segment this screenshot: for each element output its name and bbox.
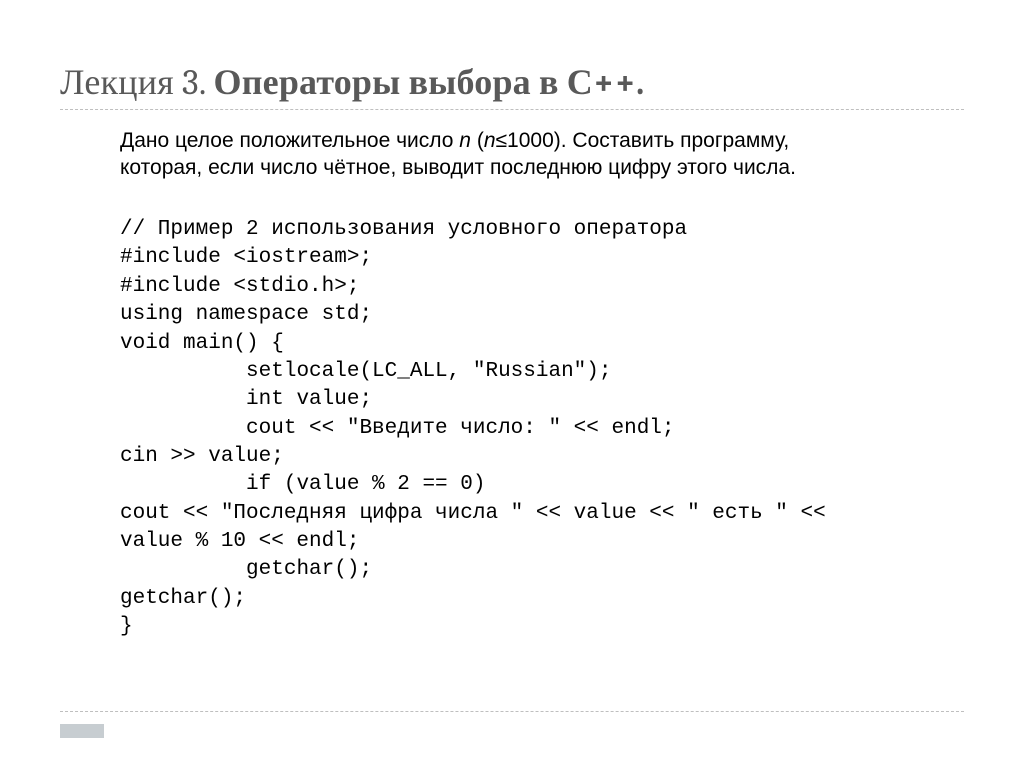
problem-text: ≤1000). Составить программу, xyxy=(496,129,790,152)
slide: Лекция 3. Операторы выбора в С++. Дано ц… xyxy=(0,0,1024,768)
code-block: // Пример 2 использования условного опер… xyxy=(120,216,934,641)
accent-bar xyxy=(60,724,104,738)
problem-text: ( xyxy=(471,129,484,152)
bottom-divider xyxy=(60,711,964,712)
problem-var-n1: n xyxy=(459,129,471,152)
title-container: Лекция 3. Операторы выбора в С++. xyxy=(60,62,964,110)
title-prefix: Лекция 3. xyxy=(60,62,214,103)
problem-text-line2: которая, если число чётное, выводит посл… xyxy=(120,156,796,179)
problem-text: Дано целое положительное число xyxy=(120,129,459,152)
slide-body: Дано целое положительное число n (n≤1000… xyxy=(60,128,964,641)
problem-var-n2: n xyxy=(484,129,496,152)
title-main: Операторы выбора в С++. xyxy=(214,62,645,103)
problem-statement: Дано целое положительное число n (n≤1000… xyxy=(120,128,934,182)
slide-title: Лекция 3. Операторы выбора в С++. xyxy=(60,62,964,103)
